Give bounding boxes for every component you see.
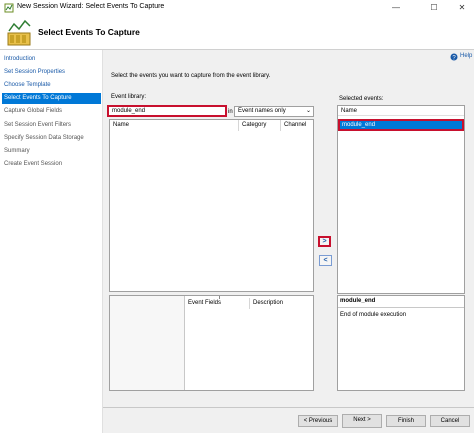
selected-header-name[interactable]: Name [338, 106, 464, 116]
minimize-button[interactable]: — [386, 2, 406, 14]
column-header-description[interactable]: Description [250, 298, 313, 309]
event-library-label: Event library: [111, 94, 147, 100]
page-title: Select Events To Capture [38, 27, 140, 37]
nav-item-session-data-storage[interactable]: Specify Session Data Storage [2, 133, 101, 144]
column-header-category[interactable]: Category [239, 120, 281, 131]
maximize-button[interactable]: ☐ [424, 2, 444, 14]
event-library-table: Name Category Channel [109, 119, 314, 292]
column-header-event-fields[interactable]: Event Fields [185, 298, 250, 309]
add-event-button[interactable]: > [318, 236, 331, 247]
remove-event-button[interactable]: < [319, 255, 332, 266]
nav-item-create-event-session[interactable]: Create Event Session [2, 159, 101, 170]
help-icon[interactable]: ? [450, 53, 458, 61]
selected-events-label: Selected events: [339, 96, 384, 102]
detail-event-name: module_end [340, 298, 376, 304]
previous-button[interactable]: < Previous [298, 415, 338, 427]
chevron-down-icon: ⌄ [305, 108, 311, 114]
window-title: New Session Wizard: Select Events To Cap… [17, 3, 165, 10]
nav-item-set-session-properties[interactable]: Set Session Properties [2, 67, 101, 78]
search-scope-value: Event names only [238, 108, 286, 114]
selected-events-list: Name module_end [337, 105, 465, 294]
selected-event-item[interactable]: module_end [338, 119, 464, 131]
app-icon [4, 3, 14, 13]
close-button[interactable]: ✕ [452, 2, 472, 14]
wizard-nav: Introduction Set Session Properties Choo… [0, 50, 103, 433]
finish-button[interactable]: Finish [386, 415, 426, 427]
event-details-panel: Event Fields Description [109, 295, 314, 391]
column-header-name[interactable]: Name [110, 120, 239, 131]
nav-item-choose-template[interactable]: Choose Template [2, 80, 101, 91]
column-header-channel[interactable]: Channel [281, 120, 313, 131]
nav-item-summary[interactable]: Summary [2, 146, 101, 157]
title-bar: New Session Wizard: Select Events To Cap… [0, 0, 474, 16]
nav-item-introduction[interactable]: Introduction [2, 54, 101, 65]
detail-event-description: End of module execution [340, 312, 407, 318]
nav-item-capture-global-fields[interactable]: Capture Global Fields [2, 106, 101, 117]
in-label: in [228, 109, 233, 115]
search-scope-select[interactable]: Event names only ⌄ [234, 106, 314, 117]
instruction-text: Select the events you want to capture fr… [111, 73, 271, 79]
next-button[interactable]: Next > [342, 414, 382, 428]
help-link[interactable]: Help [460, 53, 472, 59]
event-details-left-pane [110, 296, 185, 390]
event-search-input[interactable]: module_end [107, 105, 227, 117]
sort-indicator [219, 296, 220, 299]
wizard-content: ? Help Select the events you want to cap… [103, 50, 474, 433]
wizard-header: Select Events To Capture [0, 16, 474, 50]
nav-item-select-events[interactable]: Select Events To Capture [2, 93, 101, 104]
cancel-button[interactable]: Cancel [430, 415, 470, 427]
wizard-session-icon [7, 19, 31, 46]
nav-item-session-event-filters[interactable]: Set Session Event Filters [2, 120, 101, 131]
selected-event-detail: module_end End of module execution [337, 295, 465, 391]
detail-divider [338, 307, 464, 308]
footer-divider [103, 407, 474, 408]
